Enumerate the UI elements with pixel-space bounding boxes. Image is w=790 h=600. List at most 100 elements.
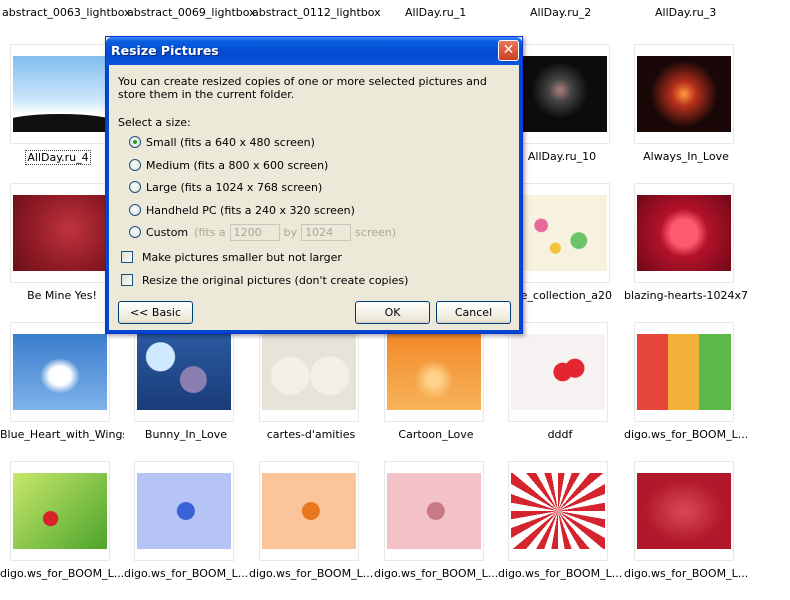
size-option-label: Large (fits a 1024 x 768 screen): [146, 180, 323, 194]
thumbnail-image: [637, 473, 731, 549]
size-option-medium[interactable]: Medium (fits a 800 x 600 screen): [129, 158, 328, 172]
file-caption[interactable]: digo.ws_for_BOOM_L...: [374, 567, 498, 580]
radio-button[interactable]: [129, 159, 141, 171]
file-caption[interactable]: digo.ws_for_BOOM_L...: [249, 567, 373, 580]
basic-button[interactable]: << Basic: [118, 301, 193, 324]
file-item[interactable]: digo.ws_for_BOOM_L...: [498, 461, 622, 591]
thumbnail-image: [511, 334, 605, 410]
file-item[interactable]: digo.ws_for_BOOM_L...: [624, 461, 748, 591]
file-caption[interactable]: Bunny_In_Love: [124, 428, 248, 441]
thumbnail-image: [13, 334, 107, 410]
file-caption[interactable]: AllDay.ru_3: [655, 6, 716, 19]
file-item[interactable]: Blue_Heart_with_Wings: [0, 322, 124, 452]
size-option-custom[interactable]: Custom (fits a 1200 by 1024 screen): [129, 223, 397, 241]
radio-button[interactable]: [129, 136, 141, 148]
file-caption[interactable]: Blue_Heart_with_Wings: [0, 428, 124, 441]
file-item[interactable]: Cartoon_Love: [374, 322, 498, 452]
cancel-button[interactable]: Cancel: [436, 301, 511, 324]
custom-screen-label: screen): [355, 225, 397, 239]
dialog-titlebar[interactable]: Resize Pictures ✕: [106, 37, 522, 65]
thumbnail-image: [13, 195, 107, 271]
thumbnail-image: [13, 56, 107, 132]
file-item[interactable]: Bunny_In_Love: [124, 322, 248, 452]
custom-width-field: 1200: [229, 223, 280, 241]
file-caption[interactable]: blazing-hearts-1024x768: [624, 289, 748, 302]
thumbnail-image: [387, 473, 481, 549]
size-option-label: Small (fits a 640 x 480 screen): [146, 135, 315, 149]
thumbnail-frame: [510, 44, 610, 144]
radio-button[interactable]: [129, 181, 141, 193]
thumbnail-image: [387, 334, 481, 410]
thumbnail-image: [511, 473, 605, 549]
thumbnail-image: [13, 473, 107, 549]
checkbox[interactable]: [121, 274, 133, 286]
thumbnail-image: [262, 334, 356, 410]
thumbnail-image: [262, 473, 356, 549]
size-option-large[interactable]: Large (fits a 1024 x 768 screen): [129, 180, 322, 194]
checkbox-label: Make pictures smaller but not larger: [142, 250, 342, 264]
resize-originals-option[interactable]: Resize the original pictures (don't crea…: [121, 273, 408, 287]
file-caption[interactable]: Cartoon_Love: [374, 428, 498, 441]
thumbnail-frame: [510, 183, 610, 283]
custom-by-label: by: [283, 225, 298, 239]
thumbnail-frame: [384, 322, 484, 422]
thumbnail-frame: [259, 322, 359, 422]
file-caption[interactable]: AllDay.ru_4: [25, 150, 91, 165]
size-option-handheld[interactable]: Handheld PC (fits a 240 x 320 screen): [129, 203, 355, 217]
thumbnail-frame: [634, 44, 734, 144]
file-caption[interactable]: AllDay.ru_2: [530, 6, 591, 19]
radio-button[interactable]: [129, 204, 141, 216]
smaller-not-larger-option[interactable]: Make pictures smaller but not larger: [121, 250, 342, 264]
ok-button[interactable]: OK: [355, 301, 430, 324]
custom-fits-label: (fits a: [194, 225, 226, 239]
file-item[interactable]: digo.ws_for_BOOM_L...: [124, 461, 248, 591]
file-item[interactable]: dddf: [498, 322, 622, 452]
file-item[interactable]: digo.ws_for_BOOM_L...: [624, 322, 748, 452]
file-item[interactable]: digo.ws_for_BOOM_L...: [249, 461, 373, 591]
file-caption[interactable]: digo.ws_for_BOOM_L...: [498, 567, 622, 580]
file-caption[interactable]: Always_In_Love: [624, 150, 748, 163]
thumbnail-image: [637, 195, 731, 271]
thumbnail-image: [513, 56, 607, 132]
file-caption[interactable]: abstract_0112_lightbox: [252, 6, 381, 19]
file-caption[interactable]: digo.ws_for_BOOM_L...: [124, 567, 248, 580]
radio-button[interactable]: [129, 226, 141, 238]
file-item[interactable]: digo.ws_for_BOOM_L...: [374, 461, 498, 591]
file-caption[interactable]: abstract_0069_lightbox: [127, 6, 256, 19]
thumbnail-frame: [10, 461, 110, 561]
size-option-label: Handheld PC (fits a 240 x 320 screen): [146, 203, 355, 217]
file-caption[interactable]: digo.ws_for_BOOM_L...: [0, 567, 124, 580]
file-caption[interactable]: dddf: [498, 428, 622, 441]
custom-height-field: 1024: [301, 223, 352, 241]
file-item[interactable]: Always_In_Love: [624, 44, 748, 174]
thumbnail-image: [513, 195, 607, 271]
size-option-label: Medium (fits a 800 x 600 screen): [146, 158, 329, 172]
thumbnail-image: [137, 334, 231, 410]
file-item[interactable]: blazing-hearts-1024x768: [624, 183, 748, 313]
thumbnail-frame: [384, 461, 484, 561]
thumbnail-frame: [634, 183, 734, 283]
thumbnail-frame: [134, 322, 234, 422]
thumbnail-frame: [634, 461, 734, 561]
checkbox[interactable]: [121, 251, 133, 263]
file-item[interactable]: digo.ws_for_BOOM_L...: [0, 461, 124, 591]
file-caption[interactable]: digo.ws_for_BOOM_L...: [624, 567, 748, 580]
dialog-body: You can create resized copies of one or …: [106, 65, 522, 333]
thumbnail-frame: [10, 322, 110, 422]
file-caption[interactable]: abstract_0063_lightbox: [2, 6, 131, 19]
file-caption[interactable]: digo.ws_for_BOOM_L...: [624, 428, 748, 441]
thumbnail-image: [637, 56, 731, 132]
thumbnail-frame: [259, 461, 359, 561]
resize-pictures-dialog: Resize Pictures ✕ You can create resized…: [105, 36, 523, 334]
intro-text: You can create resized copies of one or …: [118, 75, 487, 101]
file-item[interactable]: cartes-d'amities: [249, 322, 373, 452]
file-caption[interactable]: AllDay.ru_1: [405, 6, 466, 19]
thumbnail-frame: [134, 461, 234, 561]
dialog-title: Resize Pictures: [111, 43, 219, 58]
thumbnail-frame: [634, 322, 734, 422]
file-caption[interactable]: cartes-d'amities: [249, 428, 373, 441]
select-size-label: Select a size:: [118, 116, 191, 129]
thumbnail-image: [637, 334, 731, 410]
close-icon[interactable]: ✕: [498, 40, 519, 61]
size-option-small[interactable]: Small (fits a 640 x 480 screen): [129, 135, 315, 149]
